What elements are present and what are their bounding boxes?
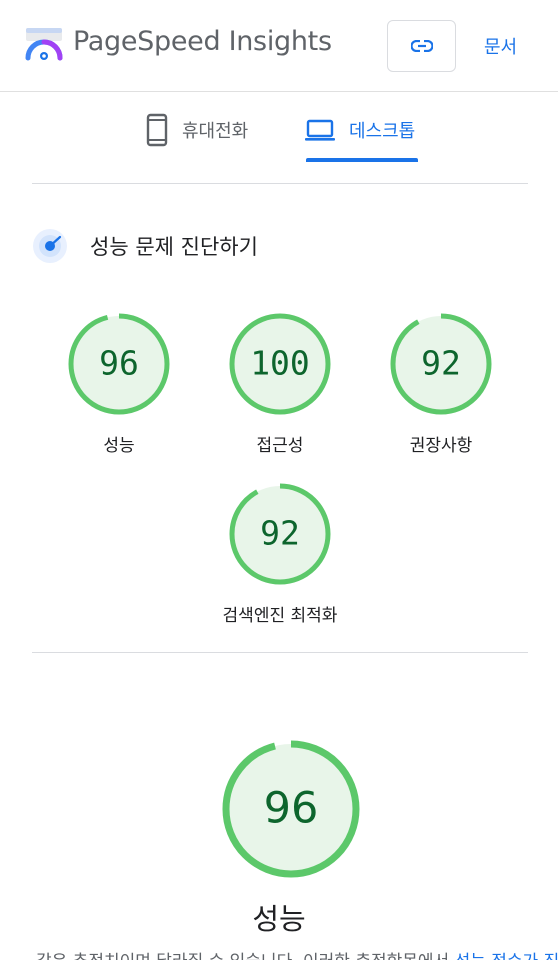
phone-icon	[146, 113, 168, 147]
app-header: PageSpeed Insights 문서	[0, 0, 558, 92]
diagnosis-header: 성능 문제 진단하기	[32, 228, 258, 264]
diagnose-icon	[33, 229, 67, 263]
gauge-label: 검색엔진 최적화	[222, 606, 338, 626]
selected-tab-indicator	[306, 158, 418, 162]
gauge-label: 권장사항	[409, 436, 473, 456]
diagnosis-title: 성능 문제 진단하기	[90, 235, 258, 259]
device-tabs: 휴대전화 데스크톱	[0, 92, 558, 184]
link-icon	[410, 40, 433, 52]
gauge-ring: 92	[390, 313, 492, 415]
tab-desktop[interactable]: 데스크톱	[305, 110, 415, 150]
gauge-ring: 92	[229, 483, 331, 585]
app-title: PageSpeed Insights	[73, 26, 332, 57]
gauge-label: 접근성	[256, 436, 304, 456]
gauge-score: 92	[260, 514, 300, 553]
score-gauge-seo[interactable]: 92 검색엔진 최적화	[223, 481, 337, 626]
description-text: 값은 추정치이며 달라질 수 있습니다. 이러한 측정항목에서	[36, 952, 455, 960]
copy-link-button[interactable]	[387, 20, 456, 72]
tab-mobile-label: 휴대전화	[182, 121, 249, 142]
divider	[32, 652, 528, 653]
performance-title: 성능	[252, 902, 306, 936]
performance-score: 96	[264, 784, 319, 834]
score-calculation-link[interactable]: 성능 점수가 직접	[455, 952, 558, 960]
docs-link[interactable]: 문서	[484, 33, 517, 59]
pagespeed-logo-icon[interactable]	[24, 27, 64, 61]
gauge-score: 100	[250, 344, 310, 383]
score-gauge-best-practices[interactable]: 92 권장사항	[388, 311, 494, 456]
performance-description: 값은 추정치이며 달라질 수 있습니다. 이러한 측정항목에서 성능 점수가 직…	[36, 947, 558, 960]
gauge-label: 성능	[103, 436, 135, 456]
performance-score-gauge: 96	[220, 738, 362, 880]
tab-desktop-label: 데스크톱	[349, 121, 416, 142]
gauge-ring: 100	[229, 313, 331, 415]
score-gauge-accessibility[interactable]: 100 접근성	[227, 311, 333, 456]
tab-mobile[interactable]: 휴대전화	[146, 110, 248, 150]
gauge-ring: 96	[222, 740, 360, 878]
gauge-ring: 96	[68, 313, 170, 415]
gauge-score: 92	[421, 344, 461, 383]
laptop-icon	[305, 119, 335, 141]
score-gauge-performance[interactable]: 96 성능	[66, 311, 172, 456]
divider	[32, 183, 528, 184]
gauge-score: 96	[99, 344, 139, 383]
